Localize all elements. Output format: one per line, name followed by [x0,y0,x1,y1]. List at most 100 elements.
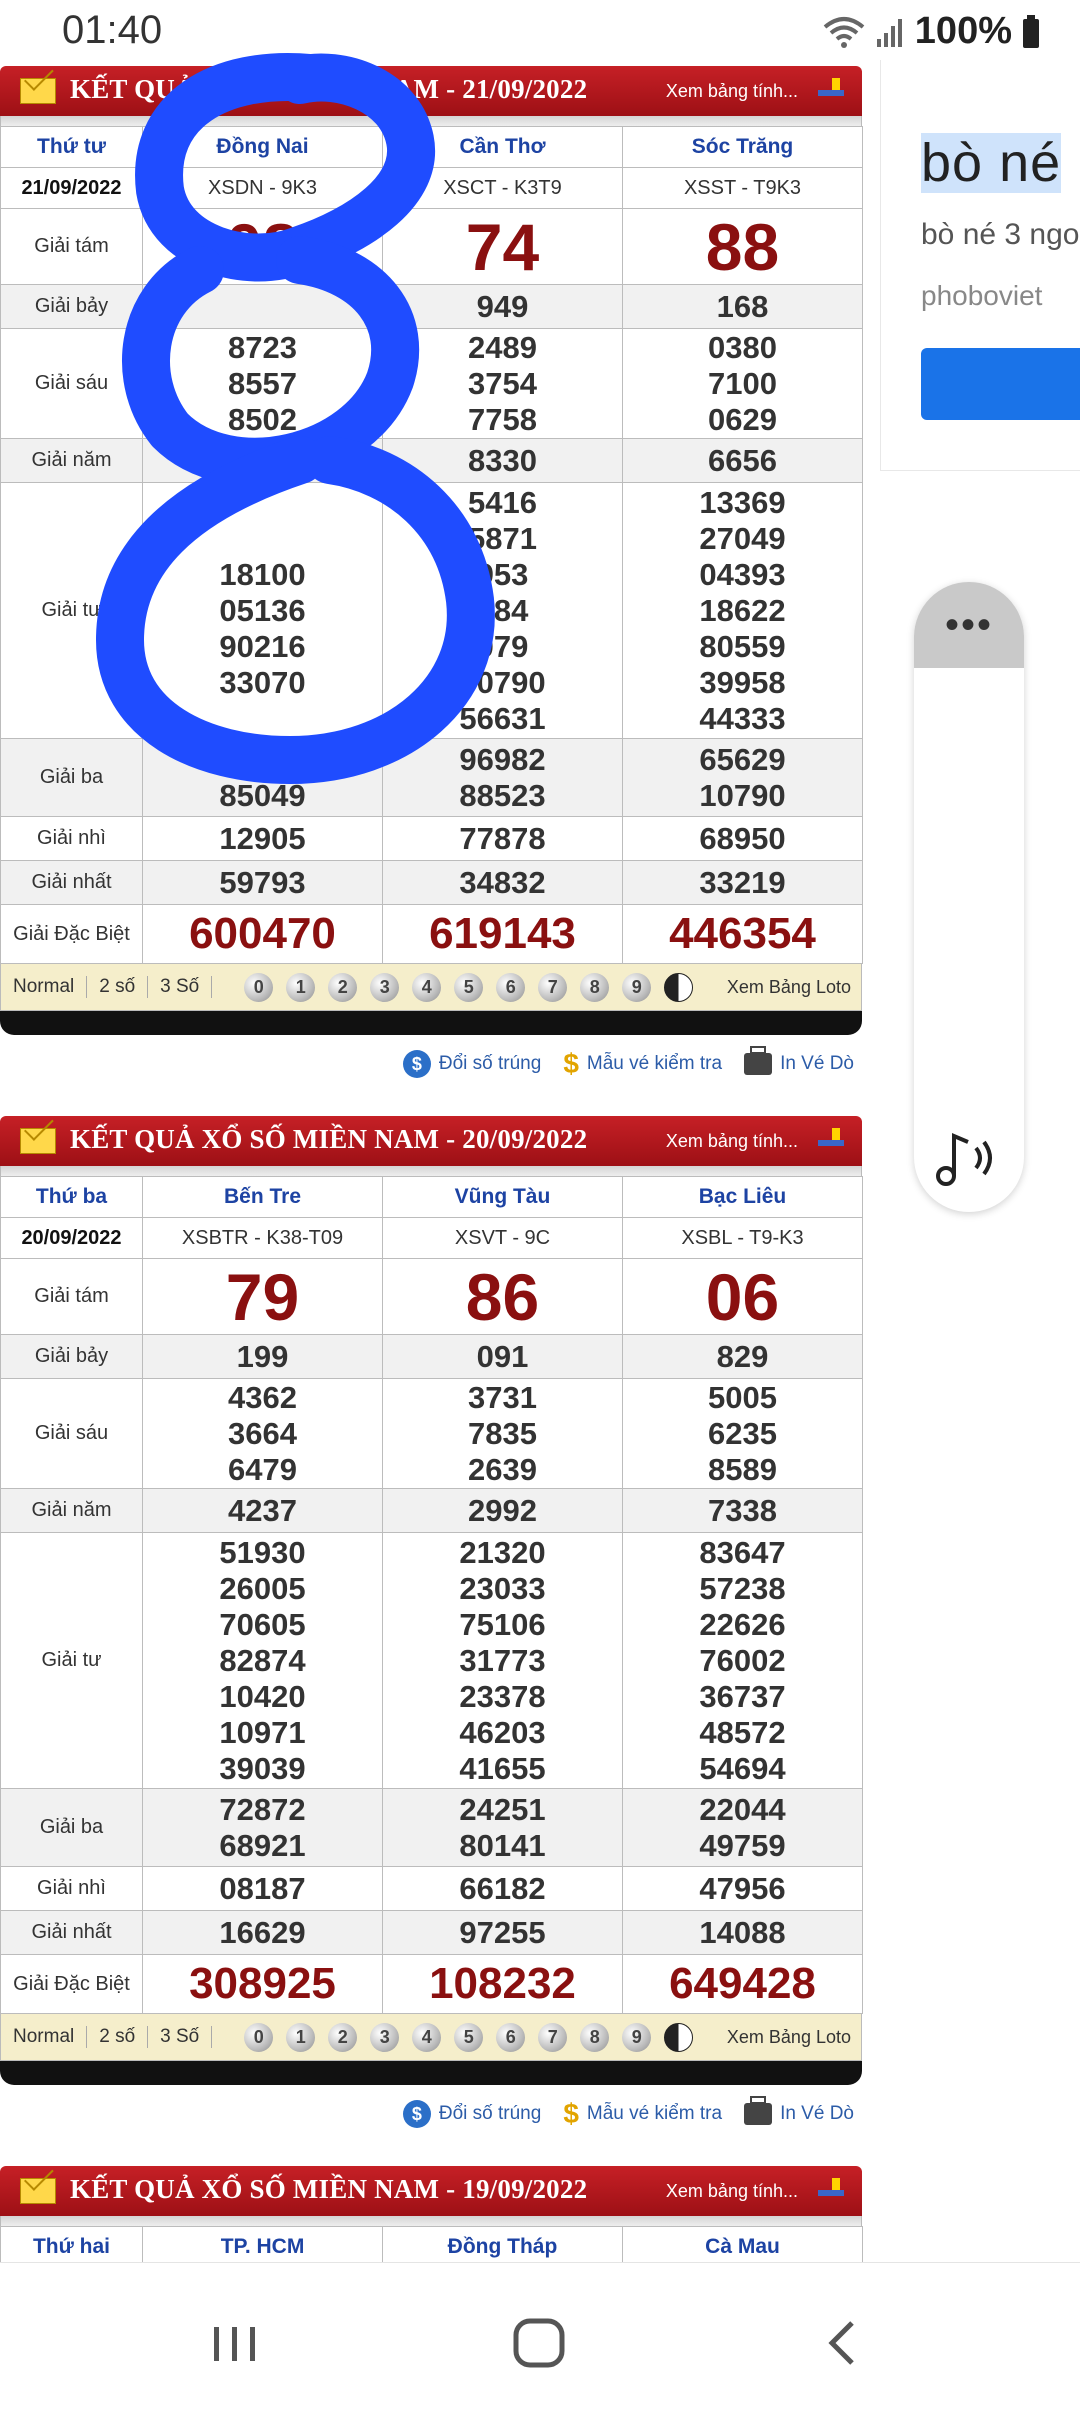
province-link[interactable]: Sóc Trăng [622,126,863,168]
digit-filter: 0 1 2 3 4 5 6 7 8 9 [244,2022,694,2052]
prize-value: 86 [382,1258,623,1335]
ad-button[interactable] [921,348,1080,420]
back-icon[interactable] [808,2313,878,2373]
prize-label: Giải bảy [0,1334,143,1379]
yin-yang-icon[interactable] [664,972,694,1002]
panel-title: KẾT QUẢ XỔ SỐ MIỀN NAM - 19/09/2022 [70,2174,588,2204]
loto-table-link[interactable]: Xem Bảng Loto [727,977,851,998]
prize-value: 34832 [382,860,623,905]
prize-label: Giải tám [0,1258,143,1335]
mode-normal[interactable]: Normal [1,2026,88,2048]
digit-ball[interactable]: 0 [244,2022,274,2052]
province-link[interactable]: Cần Thơ [382,126,623,168]
prize-value: 68950 [622,816,863,861]
digit-ball[interactable]: 6 [496,972,526,1002]
chart-icon[interactable] [818,2176,844,2202]
prize-label: Giải năm [0,1488,143,1533]
prize-value: 091 [382,1334,623,1379]
mode-3-digits[interactable]: 3 Số [148,2026,213,2048]
digit-ball[interactable]: 4 [412,972,442,1002]
province-link[interactable]: Bến Tre [142,1176,383,1218]
floating-audio-widget[interactable]: ••• [914,582,1024,1212]
music-sound-icon[interactable] [934,1128,1004,1188]
ticket-sample-link[interactable]: $ Mẫu vé kiểm tra [563,2098,722,2130]
coin-icon: $ [402,2100,431,2128]
chart-icon[interactable] [818,76,844,102]
province-link[interactable]: Vũng Tàu [382,1176,623,1218]
digit-ball[interactable]: 7 [538,972,568,1002]
digit-ball[interactable]: 7 [538,2022,568,2052]
digit-ball[interactable]: 8 [580,2022,610,2052]
print-ticket-link[interactable]: In Vé Dò [744,2096,854,2125]
view-table-link[interactable]: Xem bảng tính... [666,1131,798,1152]
prize-value: 8330 [382,438,623,483]
digit-ball[interactable]: 8 [580,972,610,1002]
panel-header: KẾT QUẢ XỔ SỐ MIỀN NAM - 21/09/2022 Xem … [0,66,862,116]
digit-ball[interactable]: 5 [454,2022,484,2052]
print-ticket-link[interactable]: In Vé Dò [744,1046,854,1075]
ticket-sample-link[interactable]: $ Mẫu vé kiểm tra [563,1048,722,1080]
prize-values: 72872 68921 [142,1788,383,1867]
side-ad[interactable]: bò né bò né 3 ngo phoboviet [880,60,1080,471]
yin-yang-icon[interactable] [664,2022,694,2052]
ad-title[interactable]: bò né [921,132,1062,194]
display-mode-bar: Normal 2 số 3 Số 0 1 2 3 4 5 6 7 8 9 Xem… [0,964,862,1011]
ticket-code: XSBL - T9-K3 [622,1217,863,1259]
envelope-icon [20,2178,56,2204]
province-link[interactable]: Bạc Liêu [622,1176,863,1218]
digit-ball[interactable]: 6 [496,2022,526,2052]
mode-normal[interactable]: Normal [1,976,88,998]
view-table-link[interactable]: Xem bảng tính... [666,81,798,102]
digit-ball[interactable]: 2 [328,2022,358,2052]
loto-table-link[interactable]: Xem Bảng Loto [727,2027,851,2048]
digit-ball[interactable]: 2 [328,972,358,1002]
digit-ball[interactable]: 3 [370,2022,400,2052]
winning-numbers-link[interactable]: $ Đổi số trúng [402,2100,541,2128]
mode-2-digits[interactable]: 2 số [87,2026,149,2048]
signal-icon [876,18,902,47]
digit-ball[interactable]: 0 [244,972,274,1002]
mode-2-digits[interactable]: 2 số [87,976,149,998]
digit-ball[interactable]: 5 [454,972,484,1002]
prize-label: Giải Đặc Biệt [0,1954,143,2014]
digit-ball[interactable]: 1 [286,972,316,1002]
weekday: Thứ ba [0,1176,143,1218]
chart-icon[interactable] [818,1126,844,1152]
prize-label: Giải nhất [0,860,143,905]
panel-header: KẾT QUẢ XỔ SỐ MIỀN NAM - 20/09/2022 Xem … [0,1116,862,1166]
prize-values: 2489 3754 7758 [382,328,623,439]
mode-3-digits[interactable]: 3 Số [148,976,213,998]
view-table-link[interactable]: Xem bảng tính... [666,2181,798,2202]
prize-value: 74 [382,208,623,285]
prize-value: 8909 [142,438,383,483]
printer-icon [744,2096,773,2125]
prize-values: 0380 7100 0629 [622,328,863,439]
ticket-code: XSVT - 9C [382,1217,623,1259]
special-prize: 600470 [142,904,383,964]
prize-values: 85049 [142,738,383,817]
panel-header: KẾT QUẢ XỔ SỐ MIỀN NAM - 19/09/2022 Xem … [0,2166,862,2216]
coin-icon: $ [402,1050,431,1078]
status-bar: 01:40 100% [0,0,1080,62]
digit-ball[interactable]: 1 [286,2022,316,2052]
recent-apps-icon[interactable] [200,2313,270,2373]
province-link[interactable]: Đồng Nai [142,126,383,168]
prize-value: 88 [622,208,863,285]
prize-label: Giải ba [0,738,143,817]
digit-ball[interactable]: 3 [370,972,400,1002]
prize-values: 5416 5871 953 084 079 30790 56631 [382,482,623,739]
prize-value: 16629 [142,1910,383,1955]
prize-value: 829 [622,1334,863,1379]
more-options-icon[interactable]: ••• [914,582,1024,668]
winning-numbers-link[interactable]: $ Đổi số trúng [402,1050,541,1078]
digit-ball[interactable]: 4 [412,2022,442,2052]
panel-links: $ Đổi số trúng $ Mẫu vé kiểm tra In Vé Dò [0,1042,862,1086]
prize-values: 18100 05136 90216 33070 [142,482,383,739]
prize-values: 24251 80141 [382,1788,623,1867]
digit-ball[interactable]: 9 [622,2022,652,2052]
envelope-icon [20,78,56,104]
home-icon[interactable] [504,2313,574,2373]
digit-ball[interactable]: 9 [622,972,652,1002]
ticket-code: XSST - T9K3 [622,167,863,209]
prize-values: 13369 27049 04393 18622 80559 39958 44333 [622,482,863,739]
